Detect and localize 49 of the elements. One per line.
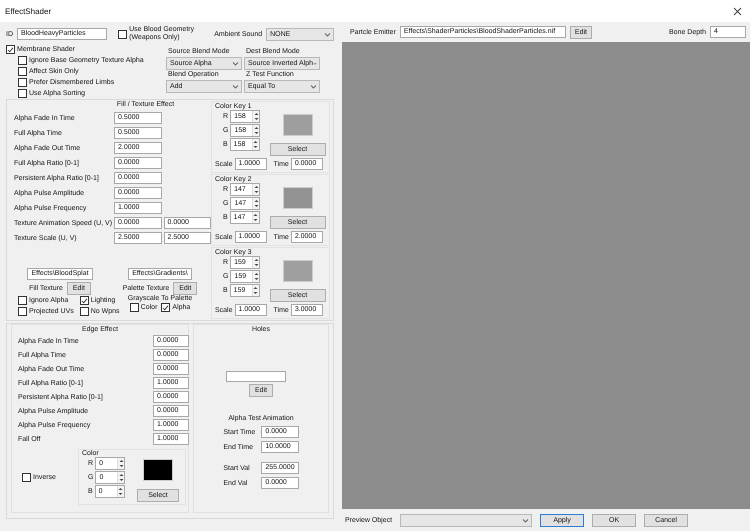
color-swatch	[143, 459, 173, 481]
spin-down-button[interactable]	[118, 492, 124, 497]
color-swatch	[282, 187, 312, 209]
chevron-down-icon	[310, 84, 317, 89]
checkbox[interactable]	[22, 472, 31, 482]
color-swatch	[282, 260, 312, 282]
checkbox[interactable]	[18, 296, 27, 305]
spin-up-button[interactable]	[253, 184, 260, 190]
spin-up-button[interactable]	[253, 111, 260, 116]
spin-down-button[interactable]	[253, 130, 260, 136]
spin-up-button[interactable]	[253, 257, 260, 262]
spin-up-button[interactable]	[252, 212, 259, 218]
checkbox[interactable]	[130, 303, 139, 312]
spin-down-button[interactable]	[118, 478, 124, 483]
texture-path-field[interactable]	[226, 371, 286, 382]
spin-up-button[interactable]	[253, 125, 260, 130]
spin-up-button[interactable]	[253, 271, 260, 276]
checkbox[interactable]	[18, 56, 27, 65]
spin-down-button[interactable]	[252, 290, 259, 296]
chevron-down-icon	[232, 84, 239, 89]
spin-down-button[interactable]	[253, 276, 260, 282]
checkbox[interactable]	[80, 307, 89, 316]
spin-down-button[interactable]	[253, 204, 260, 209]
spin-down-button[interactable]	[253, 262, 260, 268]
spin-up-button[interactable]	[252, 285, 259, 290]
spin-down-button[interactable]	[253, 190, 260, 195]
color-swatch	[282, 114, 312, 136]
spin-up-button[interactable]	[252, 139, 259, 144]
close-icon	[733, 6, 742, 16]
window-title: EffectShader	[5, 6, 52, 16]
spin-down-button[interactable]	[118, 464, 124, 469]
checkbox[interactable]	[161, 303, 170, 312]
checkbox[interactable]	[118, 30, 128, 38]
spin-up-button[interactable]	[118, 486, 124, 492]
checkbox[interactable]	[18, 67, 27, 76]
spin-down-button[interactable]	[252, 144, 259, 150]
chevron-down-icon	[522, 518, 530, 522]
spin-up-button[interactable]	[118, 458, 124, 464]
spin-up-button[interactable]	[118, 472, 124, 478]
spin-down-button[interactable]	[253, 116, 260, 122]
checkbox[interactable]	[6, 45, 15, 54]
spin-up-button[interactable]	[253, 198, 260, 204]
checkbox[interactable]	[80, 296, 89, 305]
chevron-down-icon	[232, 61, 239, 66]
chevron-down-icon	[324, 32, 331, 36]
spin-down-button[interactable]	[252, 218, 259, 223]
checkbox[interactable]	[18, 78, 27, 87]
checkbox[interactable]	[18, 89, 27, 98]
checkbox[interactable]	[18, 307, 27, 316]
